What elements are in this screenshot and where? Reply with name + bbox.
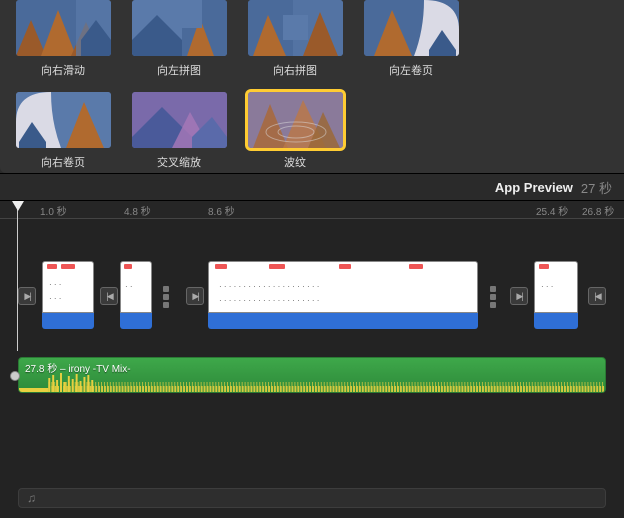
background-music-well[interactable]: ♫ <box>18 488 606 508</box>
ruler-tick: 4.8 秒 <box>124 203 151 218</box>
transition-marker-icon[interactable] <box>186 287 204 305</box>
ruler-tick: 8.6 秒 <box>208 203 235 218</box>
transition-pagecurl-right[interactable]: 向右卷页 <box>10 92 116 170</box>
video-clip[interactable]: · · <box>120 261 152 329</box>
video-clip[interactable]: · · · · · · <box>42 261 94 329</box>
preview-info-bar: App Preview 27 秒 <box>0 174 624 200</box>
video-track[interactable]: · · · · · · · · · · · · · · · · · <box>0 261 624 341</box>
transitions-row-2: 向右卷页 交叉缩放 <box>10 92 614 170</box>
tween-marker[interactable] <box>484 279 502 315</box>
transition-mosaic-right[interactable]: 向右拼图 <box>242 0 348 78</box>
tween-marker[interactable] <box>157 279 175 315</box>
ruler-tick: 25.4 秒 <box>536 203 568 218</box>
transition-marker-icon[interactable] <box>100 287 118 305</box>
audio-clip[interactable]: 27.8 秒 – irony -TV Mix- <box>18 357 606 393</box>
transition-slide-right[interactable]: 向右滑动 <box>10 0 116 78</box>
audio-clip-title: 27.8 秒 – irony -TV Mix- <box>25 360 131 375</box>
transition-label: 交叉缩放 <box>157 154 201 170</box>
transition-marker-icon[interactable] <box>588 287 606 305</box>
transition-label: 向左拼图 <box>157 62 201 78</box>
project-title: App Preview <box>495 180 573 195</box>
playhead-line <box>17 201 18 351</box>
video-clip[interactable]: · · · <box>534 261 578 329</box>
transition-cross-zoom[interactable]: 交叉缩放 <box>126 92 232 170</box>
ruler-tick: 26.8 秒 <box>582 203 614 218</box>
audio-track[interactable]: 27.8 秒 – irony -TV Mix- <box>0 357 624 397</box>
transitions-panel: 向右滑动 向左拼图 <box>0 0 624 173</box>
timeline: 1.0 秒 4.8 秒 8.6 秒 25.4 秒 26.8 秒 · <box>0 200 624 518</box>
transitions-row-1: 向右滑动 向左拼图 <box>10 0 614 78</box>
audio-fade-handle[interactable] <box>10 371 20 381</box>
music-note-icon: ♫ <box>27 491 36 505</box>
transition-label: 向右卷页 <box>41 154 85 170</box>
transition-label: 波纹 <box>284 154 306 170</box>
video-clip[interactable]: · · · · · · · · · · · · · · · · · · · · … <box>208 261 478 329</box>
time-ruler[interactable]: 1.0 秒 4.8 秒 8.6 秒 25.4 秒 26.8 秒 <box>0 201 624 219</box>
transition-pagecurl-left[interactable]: 向左卷页 <box>358 0 464 78</box>
playhead-handle[interactable] <box>12 201 24 211</box>
transition-marker-icon[interactable] <box>510 287 528 305</box>
transition-mosaic-left[interactable]: 向左拼图 <box>126 0 232 78</box>
tracks-area[interactable]: · · · · · · · · · · · · · · · · · <box>0 219 624 489</box>
transition-label: 向左卷页 <box>389 62 433 78</box>
ruler-tick: 1.0 秒 <box>40 203 67 218</box>
transition-marker-icon[interactable] <box>18 287 36 305</box>
transition-ripple[interactable]: 波纹 <box>242 92 348 170</box>
transition-label: 向右拼图 <box>273 62 317 78</box>
project-duration: 27 秒 <box>581 178 612 197</box>
transition-label: 向右滑动 <box>41 62 85 78</box>
